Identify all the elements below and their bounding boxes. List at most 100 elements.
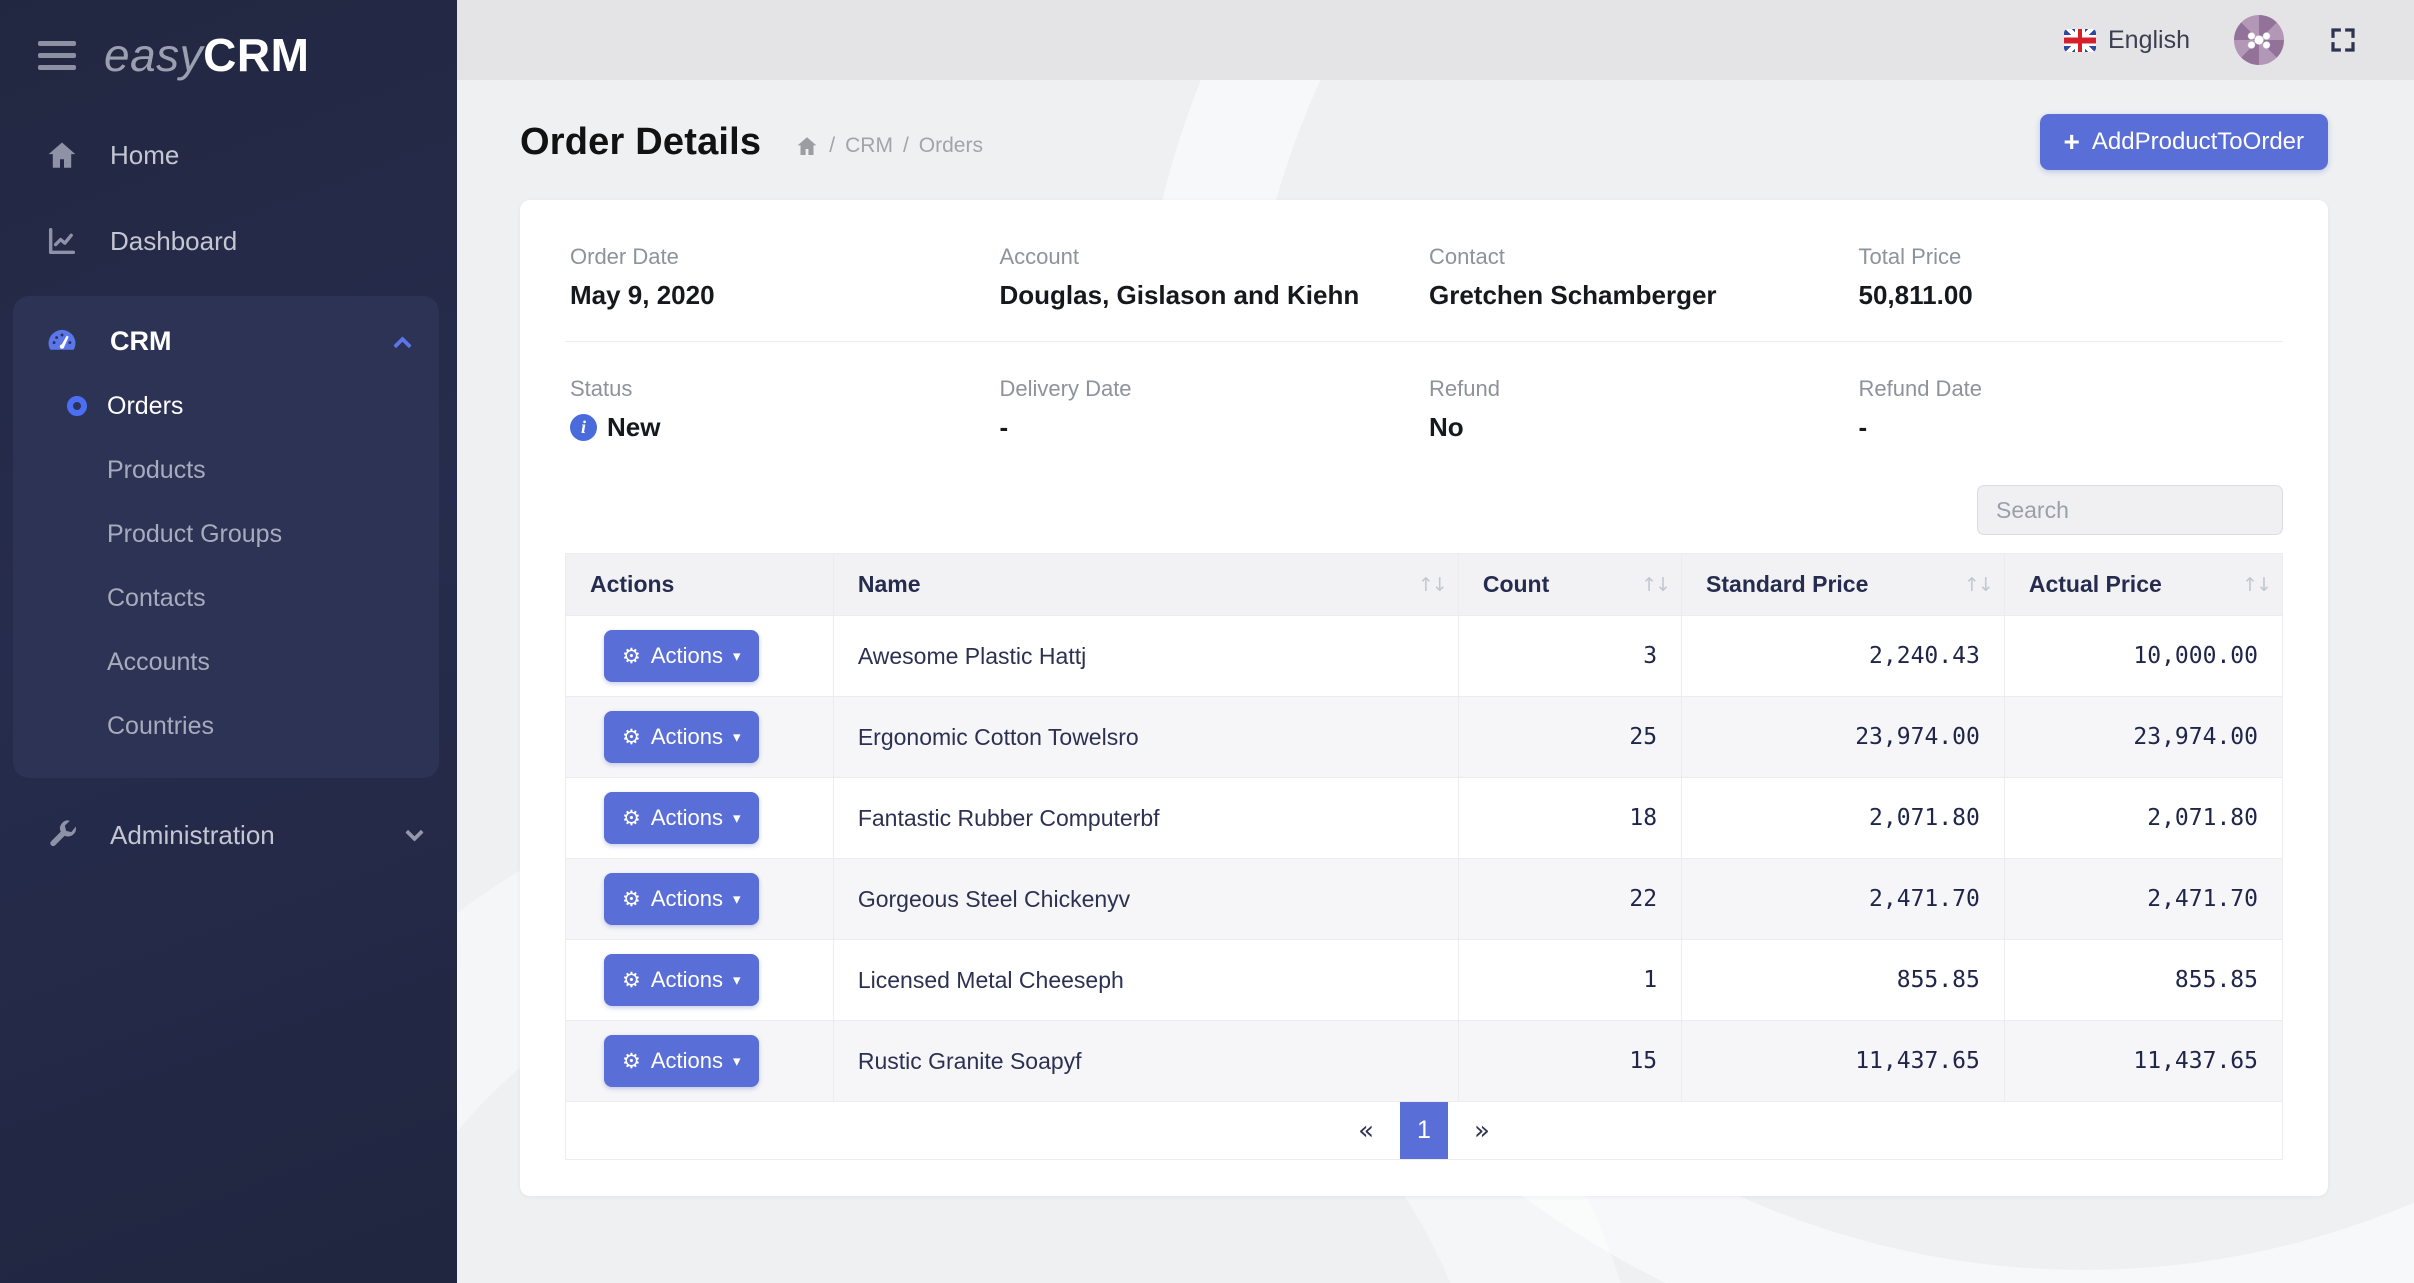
wrench-icon xyxy=(42,818,82,852)
field-refund-date: Refund Date - xyxy=(1854,376,2284,443)
sidebar-item-products[interactable]: Products xyxy=(13,438,439,502)
breadcrumb: / CRM / Orders xyxy=(795,134,983,158)
table-row: ⚙Actions▾ Fantastic Rubber Computerbf 18… xyxy=(566,778,2283,859)
user-avatar[interactable] xyxy=(2234,15,2284,65)
info-icon[interactable]: i xyxy=(570,414,597,441)
gear-icon: ⚙ xyxy=(622,889,641,910)
speedometer-icon xyxy=(42,322,82,360)
sort-icon: ↑↓ xyxy=(1641,574,1669,596)
sidebar-item-label: Contacts xyxy=(107,584,206,613)
sidebar-item-label: Accounts xyxy=(107,648,210,677)
product-name-cell: Rustic Granite Soapyf xyxy=(833,1021,1458,1102)
fullscreen-icon xyxy=(2328,25,2358,55)
row-actions-button[interactable]: ⚙Actions▾ xyxy=(604,873,759,925)
column-header-count[interactable]: Count ↑↓ xyxy=(1458,554,1681,616)
sidebar-item-label: Products xyxy=(107,456,206,485)
field-status: Status i New xyxy=(565,376,995,443)
sidebar-item-label: Home xyxy=(110,140,179,171)
field-refund: Refund No xyxy=(1424,376,1854,443)
field-value: Gretchen Schamberger xyxy=(1429,280,1854,311)
pagination: « 1 » xyxy=(565,1102,2283,1160)
language-selector[interactable]: English xyxy=(2064,26,2190,55)
column-header-name[interactable]: Name ↑↓ xyxy=(833,554,1458,616)
row-actions-button[interactable]: ⚙Actions▾ xyxy=(604,1035,759,1087)
standard-price-cell: 2,240.43 xyxy=(1682,616,2005,697)
pagination-next-button[interactable]: » xyxy=(1448,1102,1516,1159)
field-value: 50,811.00 xyxy=(1859,280,2284,311)
pagination-page-1[interactable]: 1 xyxy=(1400,1102,1448,1159)
table-row: ⚙Actions▾ Ergonomic Cotton Towelsro 25 2… xyxy=(566,697,2283,778)
standard-price-cell: 23,974.00 xyxy=(1682,697,2005,778)
field-value: No xyxy=(1429,412,1854,443)
count-cell: 1 xyxy=(1458,940,1681,1021)
column-header-actual-price[interactable]: Actual Price ↑↓ xyxy=(2004,554,2282,616)
count-cell: 3 xyxy=(1458,616,1681,697)
field-label: Delivery Date xyxy=(1000,376,1425,402)
app-logo: easyCRM xyxy=(104,28,309,82)
plus-icon: + xyxy=(2064,132,2080,152)
sidebar-item-orders[interactable]: Orders xyxy=(13,374,439,438)
count-cell: 25 xyxy=(1458,697,1681,778)
field-label: Account xyxy=(1000,244,1425,270)
gear-icon: ⚙ xyxy=(622,646,641,667)
chevron-up-icon xyxy=(393,336,411,354)
row-actions-button[interactable]: ⚙Actions▾ xyxy=(604,630,759,682)
product-name-cell: Licensed Metal Cheeseph xyxy=(833,940,1458,1021)
column-header-standard-price[interactable]: Standard Price ↑↓ xyxy=(1682,554,2005,616)
product-name-cell: Awesome Plastic Hattj xyxy=(833,616,1458,697)
logo-row: easyCRM xyxy=(0,0,457,102)
add-product-to-order-button[interactable]: + AddProductToOrder xyxy=(2040,114,2328,170)
field-label: Status xyxy=(570,376,995,402)
sidebar-item-home[interactable]: Home xyxy=(0,124,457,186)
breadcrumb-crm[interactable]: CRM xyxy=(845,134,893,158)
chart-line-icon xyxy=(42,224,82,258)
actual-price-cell: 11,437.65 xyxy=(2004,1021,2282,1102)
standard-price-cell: 855.85 xyxy=(1682,940,2005,1021)
product-name-cell: Fantastic Rubber Computerbf xyxy=(833,778,1458,859)
field-value: Douglas, Gislason and Kiehn xyxy=(1000,280,1425,311)
gear-icon: ⚙ xyxy=(622,1051,641,1072)
sidebar-toggle-button[interactable] xyxy=(38,37,78,74)
field-total-price: Total Price 50,811.00 xyxy=(1854,244,2284,311)
actual-price-cell: 2,471.70 xyxy=(2004,859,2282,940)
row-actions-button[interactable]: ⚙Actions▾ xyxy=(604,711,759,763)
field-contact: Contact Gretchen Schamberger xyxy=(1424,244,1854,311)
sidebar-item-administration[interactable]: Administration xyxy=(0,804,457,866)
topbar: English xyxy=(457,0,2414,80)
caret-down-icon: ▾ xyxy=(733,811,741,826)
field-account: Account Douglas, Gislason and Kiehn xyxy=(995,244,1425,311)
sidebar-item-contacts[interactable]: Contacts xyxy=(13,566,439,630)
fullscreen-button[interactable] xyxy=(2328,25,2358,55)
table-row: ⚙Actions▾ Gorgeous Steel Chickenyv 22 2,… xyxy=(566,859,2283,940)
page-title: Order Details xyxy=(520,121,761,164)
caret-down-icon: ▾ xyxy=(733,892,741,907)
field-label: Total Price xyxy=(1859,244,2284,270)
sort-icon: ↑↓ xyxy=(1418,574,1446,596)
actual-price-cell: 23,974.00 xyxy=(2004,697,2282,778)
table-header-row: Actions Name ↑↓ Count ↑↓ Standard Price … xyxy=(566,554,2283,616)
breadcrumb-orders[interactable]: Orders xyxy=(919,134,983,158)
sidebar-item-product-groups[interactable]: Product Groups xyxy=(13,502,439,566)
add-button-label: AddProductToOrder xyxy=(2092,128,2304,156)
row-actions-button[interactable]: ⚙Actions▾ xyxy=(604,792,759,844)
product-name-cell: Gorgeous Steel Chickenyv xyxy=(833,859,1458,940)
sidebar-item-dashboard[interactable]: Dashboard xyxy=(0,210,457,272)
field-order-date: Order Date May 9, 2020 xyxy=(565,244,995,311)
actual-price-cell: 2,071.80 xyxy=(2004,778,2282,859)
field-label: Order Date xyxy=(570,244,995,270)
sidebar-item-label: Product Groups xyxy=(107,520,282,549)
sidebar-item-crm[interactable]: CRM xyxy=(13,308,439,374)
details-row-2: Status i New Delivery Date - Refund No R… xyxy=(565,376,2283,443)
row-actions-button[interactable]: ⚙Actions▾ xyxy=(604,954,759,1006)
sidebar-item-accounts[interactable]: Accounts xyxy=(13,630,439,694)
search-input[interactable] xyxy=(1977,485,2283,535)
sidebar: easyCRM Home Dashboard CRM Orders Produc… xyxy=(0,0,457,1283)
page-header: Order Details / CRM / Orders + AddProduc… xyxy=(520,114,2328,170)
table-toolbar xyxy=(565,485,2283,535)
order-products-table: Actions Name ↑↓ Count ↑↓ Standard Price … xyxy=(565,553,2283,1102)
pagination-prev-button[interactable]: « xyxy=(1332,1102,1400,1159)
field-value: - xyxy=(1859,412,2284,443)
field-value: - xyxy=(1000,412,1425,443)
home-breadcrumb-icon[interactable] xyxy=(795,134,819,158)
sidebar-item-countries[interactable]: Countries xyxy=(13,694,439,758)
